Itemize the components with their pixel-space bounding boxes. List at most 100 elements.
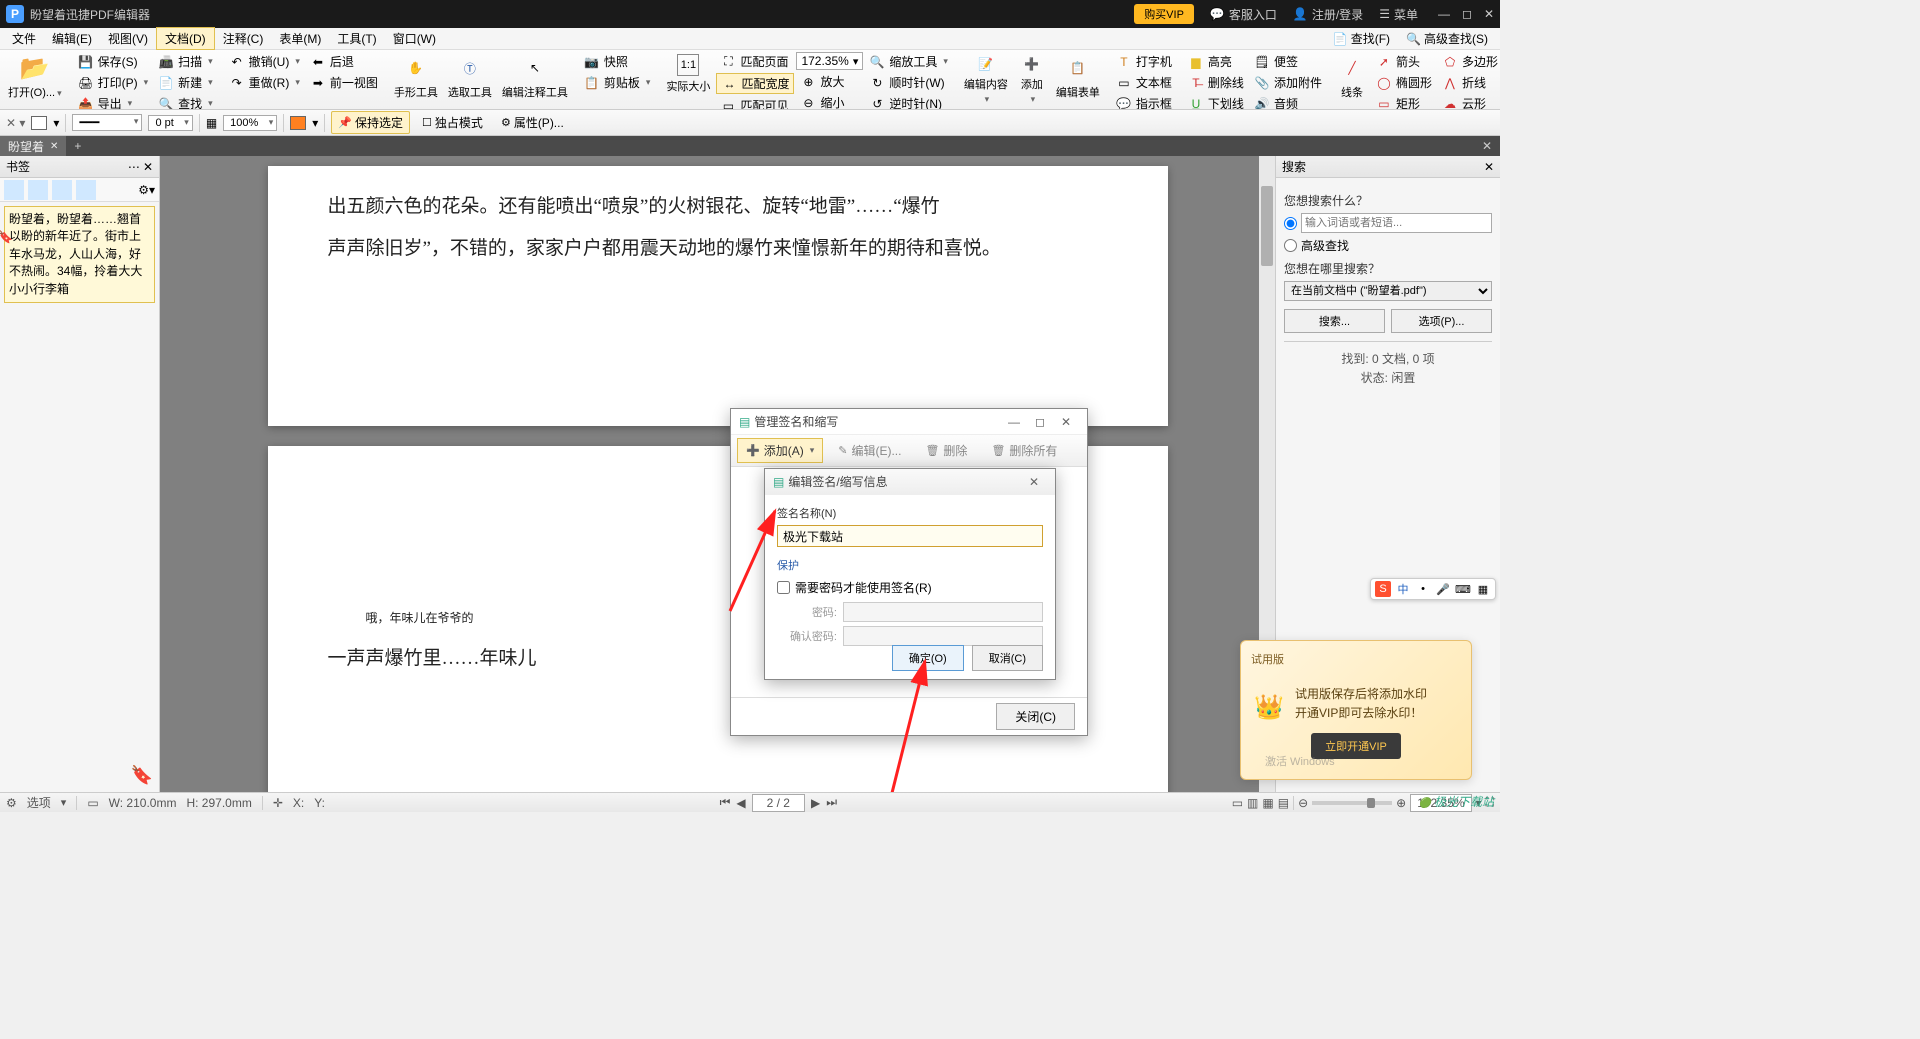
close-all-tabs-button[interactable]: ✕ bbox=[1474, 139, 1500, 153]
add-tab-button[interactable]: + bbox=[66, 139, 89, 153]
strikeout-button[interactable]: T̶删除线 bbox=[1184, 73, 1248, 92]
fit-width-button[interactable]: ↔匹配宽度 bbox=[716, 73, 794, 94]
select-tool[interactable]: Ⓣ选取工具 bbox=[444, 52, 496, 107]
ime-lang-toggle[interactable]: 中 bbox=[1395, 581, 1411, 597]
require-password-checkbox[interactable] bbox=[777, 581, 790, 594]
zoom-tool-button[interactable]: 🔍缩放工具 bbox=[865, 52, 952, 71]
fill-color-swatch[interactable] bbox=[31, 116, 47, 130]
ok-button[interactable]: 确定(O) bbox=[892, 645, 964, 671]
find-ribbon-button[interactable]: 🔍查找 bbox=[154, 94, 217, 110]
fit-visible-button[interactable]: ▭匹配可见 bbox=[716, 96, 794, 110]
ime-punct-icon[interactable]: • bbox=[1415, 581, 1431, 597]
view-mode-3-icon[interactable]: ▦ bbox=[1262, 796, 1273, 810]
add-signature-button[interactable]: ➕ 添加(A) bbox=[737, 438, 823, 463]
advanced-find-button[interactable]: 🔍 高级查找(S) bbox=[1398, 28, 1496, 49]
maximize-button[interactable]: ◻ bbox=[1462, 7, 1472, 21]
edit-form-button[interactable]: 📋编辑表单 bbox=[1052, 52, 1104, 107]
next-page-button[interactable]: ▶ bbox=[811, 796, 820, 810]
menu-edit[interactable]: 编辑(E) bbox=[44, 28, 100, 49]
ime-toolbar[interactable]: S 中 • 🎤 ⌨ ▦ bbox=[1370, 578, 1496, 600]
rect-tool[interactable]: ▭矩形 bbox=[1372, 94, 1436, 110]
dialog-close-icon[interactable]: ✕ bbox=[1053, 415, 1079, 429]
menu-document[interactable]: 文档(D) bbox=[156, 27, 215, 50]
status-options[interactable]: 选项 bbox=[27, 794, 51, 811]
textbox-button[interactable]: ▭文本框 bbox=[1112, 73, 1176, 92]
edit-signature-button[interactable]: ✎ 编辑(E)... bbox=[829, 438, 910, 463]
callout-button[interactable]: 💬指示框 bbox=[1112, 94, 1176, 110]
ellipse-tool[interactable]: ◯椭圆形 bbox=[1372, 73, 1436, 92]
ime-logo-icon[interactable]: S bbox=[1375, 581, 1391, 597]
line-tool[interactable]: ╱线条 bbox=[1334, 52, 1370, 107]
prev-page-button[interactable]: ◀ bbox=[736, 796, 745, 810]
delete-all-button[interactable]: 🗑 删除所有 bbox=[982, 438, 1066, 463]
bm-add-icon[interactable] bbox=[4, 180, 24, 200]
last-page-button[interactable]: ⏭ bbox=[826, 795, 837, 810]
search-panel-close-icon[interactable]: ✕ bbox=[1484, 160, 1494, 174]
fit-page-button[interactable]: ⛶匹配页面 bbox=[716, 52, 794, 71]
search-scope-select[interactable]: 在当前文档中 ("盼望着.pdf") bbox=[1284, 281, 1492, 301]
ime-keyboard-icon[interactable]: ⌨ bbox=[1455, 581, 1471, 597]
zoom-out-button[interactable]: ⊖缩小 bbox=[796, 93, 863, 110]
find-button[interactable]: 📄 查找(F) bbox=[1325, 28, 1398, 49]
properties-button[interactable]: ⚙ 属性(P)... bbox=[495, 112, 570, 133]
zoom-slider[interactable] bbox=[1312, 801, 1392, 805]
zoom-in-button[interactable]: ⊕放大 bbox=[796, 72, 863, 91]
search-term-input[interactable] bbox=[1301, 213, 1492, 233]
polygon-tool[interactable]: ⬠多边形 bbox=[1438, 52, 1500, 71]
cloud-tool[interactable]: ☁云形 bbox=[1438, 94, 1500, 110]
scrollbar-thumb[interactable] bbox=[1261, 186, 1273, 266]
rotate-ccw-button[interactable]: ↺逆时针(N) bbox=[865, 94, 952, 110]
highlight-button[interactable]: ▆高亮 bbox=[1184, 52, 1248, 71]
document-tab[interactable]: 盼望着✕ bbox=[0, 136, 66, 156]
exclusive-mode-toggle[interactable]: ☐ 独占模式 bbox=[416, 112, 489, 133]
underline-button[interactable]: U̲下划线 bbox=[1184, 94, 1248, 110]
menu-comment[interactable]: 注释(C) bbox=[215, 28, 272, 49]
new-button[interactable]: 📄新建 bbox=[154, 73, 217, 92]
view-mode-4-icon[interactable]: ▤ bbox=[1278, 796, 1289, 810]
audio-button[interactable]: 🔊音频 bbox=[1250, 94, 1326, 110]
forward-button[interactable]: ➡前一视图 bbox=[306, 73, 382, 92]
menu-view[interactable]: 视图(V) bbox=[100, 28, 156, 49]
dialog-maximize-icon[interactable]: ◻ bbox=[1027, 415, 1053, 429]
tab-close-icon[interactable]: ✕ bbox=[50, 141, 58, 152]
save-button[interactable]: 💾保存(S) bbox=[74, 52, 153, 71]
login-link[interactable]: 👤 注册/登录 bbox=[1293, 6, 1363, 23]
view-mode-1-icon[interactable]: ▭ bbox=[1232, 796, 1243, 810]
bm-options-icon[interactable]: ⚙▾ bbox=[138, 183, 155, 197]
customer-service-link[interactable]: 💬 客服入口 bbox=[1210, 6, 1277, 23]
line-style-combo[interactable]: ━━━ bbox=[72, 114, 142, 131]
bookmark-flag-icon[interactable]: 🔖 bbox=[131, 765, 153, 786]
page-indicator[interactable]: 2 / 2 bbox=[752, 794, 805, 812]
delete-signature-button[interactable]: 🗑 删除 bbox=[916, 438, 976, 463]
zoom-in-status-button[interactable]: ⊕ bbox=[1396, 796, 1406, 810]
close-x-icon[interactable]: ✕ ▾ bbox=[6, 116, 25, 130]
undo-button[interactable]: ↶撤销(U) bbox=[225, 52, 304, 71]
search-term-radio[interactable] bbox=[1284, 217, 1297, 230]
ime-mic-icon[interactable]: 🎤 bbox=[1435, 581, 1451, 597]
rotate-cw-button[interactable]: ↻顺时针(W) bbox=[865, 73, 952, 92]
dialog-close-button[interactable]: 关闭(C) bbox=[996, 703, 1075, 730]
buy-vip-button[interactable]: 购买VIP bbox=[1134, 4, 1194, 24]
redo-button[interactable]: ↷重做(R) bbox=[225, 73, 304, 92]
bm-btn3-icon[interactable] bbox=[52, 180, 72, 200]
ime-menu-icon[interactable]: ▦ bbox=[1475, 581, 1491, 597]
minimize-button[interactable]: — bbox=[1438, 7, 1450, 21]
options-gear-icon[interactable]: ⚙ bbox=[6, 796, 17, 810]
advanced-search-radio[interactable] bbox=[1284, 239, 1297, 252]
line-width-combo[interactable]: 0 pt bbox=[148, 115, 192, 131]
dialog2-close-icon[interactable]: ✕ bbox=[1021, 475, 1047, 489]
document-scroll[interactable]: 出五颜六色的花朵。还有能喷出“喷泉”的火树银花、旋转“地雷”……“爆竹 声声除旧… bbox=[160, 156, 1275, 792]
actual-size-button[interactable]: 1:1实际大小 bbox=[662, 52, 714, 107]
back-button[interactable]: ⬅后退 bbox=[306, 52, 382, 71]
keep-selected-toggle[interactable]: 📌 保持选定 bbox=[331, 111, 410, 134]
bm-btn2-icon[interactable] bbox=[28, 180, 48, 200]
note-button[interactable]: 🗒便签 bbox=[1250, 52, 1326, 71]
menu-file[interactable]: 文件 bbox=[4, 28, 44, 49]
view-mode-2-icon[interactable]: ▥ bbox=[1247, 796, 1258, 810]
export-button[interactable]: 📤导出 bbox=[74, 94, 153, 110]
search-button[interactable]: 搜索... bbox=[1284, 309, 1385, 333]
bookmark-item[interactable]: 盼望着，盼望着……翘首以盼的新年近了。街市上车水马龙，人山人海，好不热闹。34幅… bbox=[4, 206, 155, 303]
scan-button[interactable]: 📠扫描 bbox=[154, 52, 217, 71]
signature-name-input[interactable] bbox=[777, 525, 1043, 547]
print-button[interactable]: 🖨打印(P) bbox=[74, 73, 153, 92]
